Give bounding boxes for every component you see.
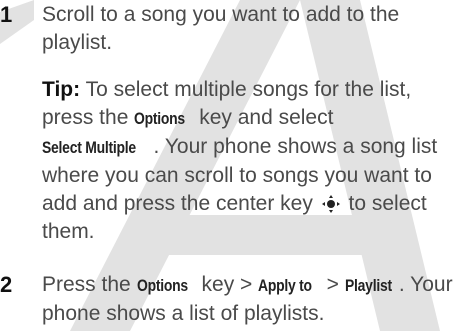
- tip-text: add and press the center key: [42, 192, 313, 215]
- tip-line-4: where you can scroll to songs you want t…: [42, 164, 432, 187]
- step-text-part: . Your: [398, 273, 453, 296]
- tip-line-3: Select Multiple . Your phone shows a song…: [42, 133, 464, 162]
- step-text-line: playlist.: [42, 31, 113, 54]
- tip-text: to select: [348, 192, 427, 215]
- step-2-line-2: phone shows a list of playlists.: [42, 302, 325, 325]
- options-key-label: Options: [136, 276, 188, 295]
- options-key-label: Options: [134, 109, 186, 128]
- tip-label: Tip:: [42, 78, 81, 101]
- separator: >: [326, 273, 339, 296]
- tip-block: Tip: To select multiple songs for the li…: [42, 76, 464, 246]
- step-text: Press the Options key > Apply to > Playl…: [42, 271, 464, 328]
- step-text-line: Scroll to a song you want to add to the: [42, 3, 400, 26]
- tip-text: . Your phone shows a song list: [153, 135, 438, 158]
- step-text-part: Press the: [42, 273, 131, 296]
- tip-line-5: add and press the center key to select: [42, 190, 464, 218]
- tip-line-6: them.: [42, 220, 95, 243]
- step-text: Scroll to a song you want to add to the …: [42, 1, 464, 57]
- tip-text: key and select: [199, 106, 334, 129]
- tip-line-1: Tip: To select multiple songs for the li…: [42, 76, 464, 104]
- playlist-label: Playlist: [344, 276, 392, 295]
- tip-line-2: press the Options key and select: [42, 104, 464, 133]
- apply-to-label: Apply to: [258, 276, 312, 295]
- step-2-line-1: Press the Options key > Apply to > Playl…: [42, 271, 464, 300]
- step-number: 2: [0, 272, 13, 297]
- nav-center-key-icon: [321, 195, 340, 213]
- tip-text: To select multiple songs for the list,: [85, 78, 412, 101]
- select-multiple-label: Select Multiple: [42, 138, 136, 157]
- step-number: 1: [0, 2, 13, 27]
- step-text-part: key >: [201, 273, 253, 296]
- tip-text: press the: [42, 106, 129, 129]
